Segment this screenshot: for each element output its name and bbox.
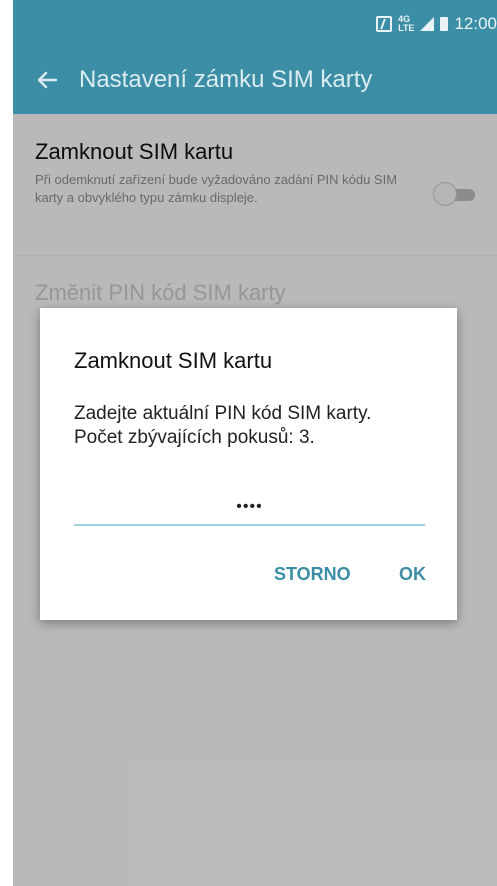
signal-icon	[420, 17, 435, 31]
cancel-button[interactable]: STORNO	[274, 564, 351, 585]
dialog-title: Zamknout SIM kartu	[74, 348, 273, 373]
sim-pin-dialog: Zamknout SIM kartu Zadejte aktuální PIN …	[40, 308, 457, 620]
dialog-message-attempts: Počet zbývajících pokusů: 3.	[74, 427, 315, 448]
pin-input-value: ••••	[236, 498, 263, 515]
dialog-message: Zadejte aktuální PIN kód SIM karty. Poče…	[74, 402, 404, 450]
battery-icon	[440, 17, 449, 31]
ok-button[interactable]: OK	[399, 564, 426, 585]
status-time: 12:00	[454, 14, 497, 33]
pin-input[interactable]: ••••	[74, 484, 425, 526]
page-title: Nastavení zámku SIM karty	[79, 66, 373, 93]
app-bar: Nastavení zámku SIM karty	[13, 46, 497, 114]
status-bar: 4G LTE 12:00	[13, 0, 497, 46]
nfc-icon	[376, 16, 393, 32]
dialog-message-prompt: Zadejte aktuální PIN kód SIM karty.	[74, 403, 372, 424]
back-arrow-icon[interactable]	[33, 66, 61, 94]
lte-icon: 4G LTE	[398, 14, 415, 33]
status-icons: 4G LTE 12:00	[376, 14, 497, 34]
